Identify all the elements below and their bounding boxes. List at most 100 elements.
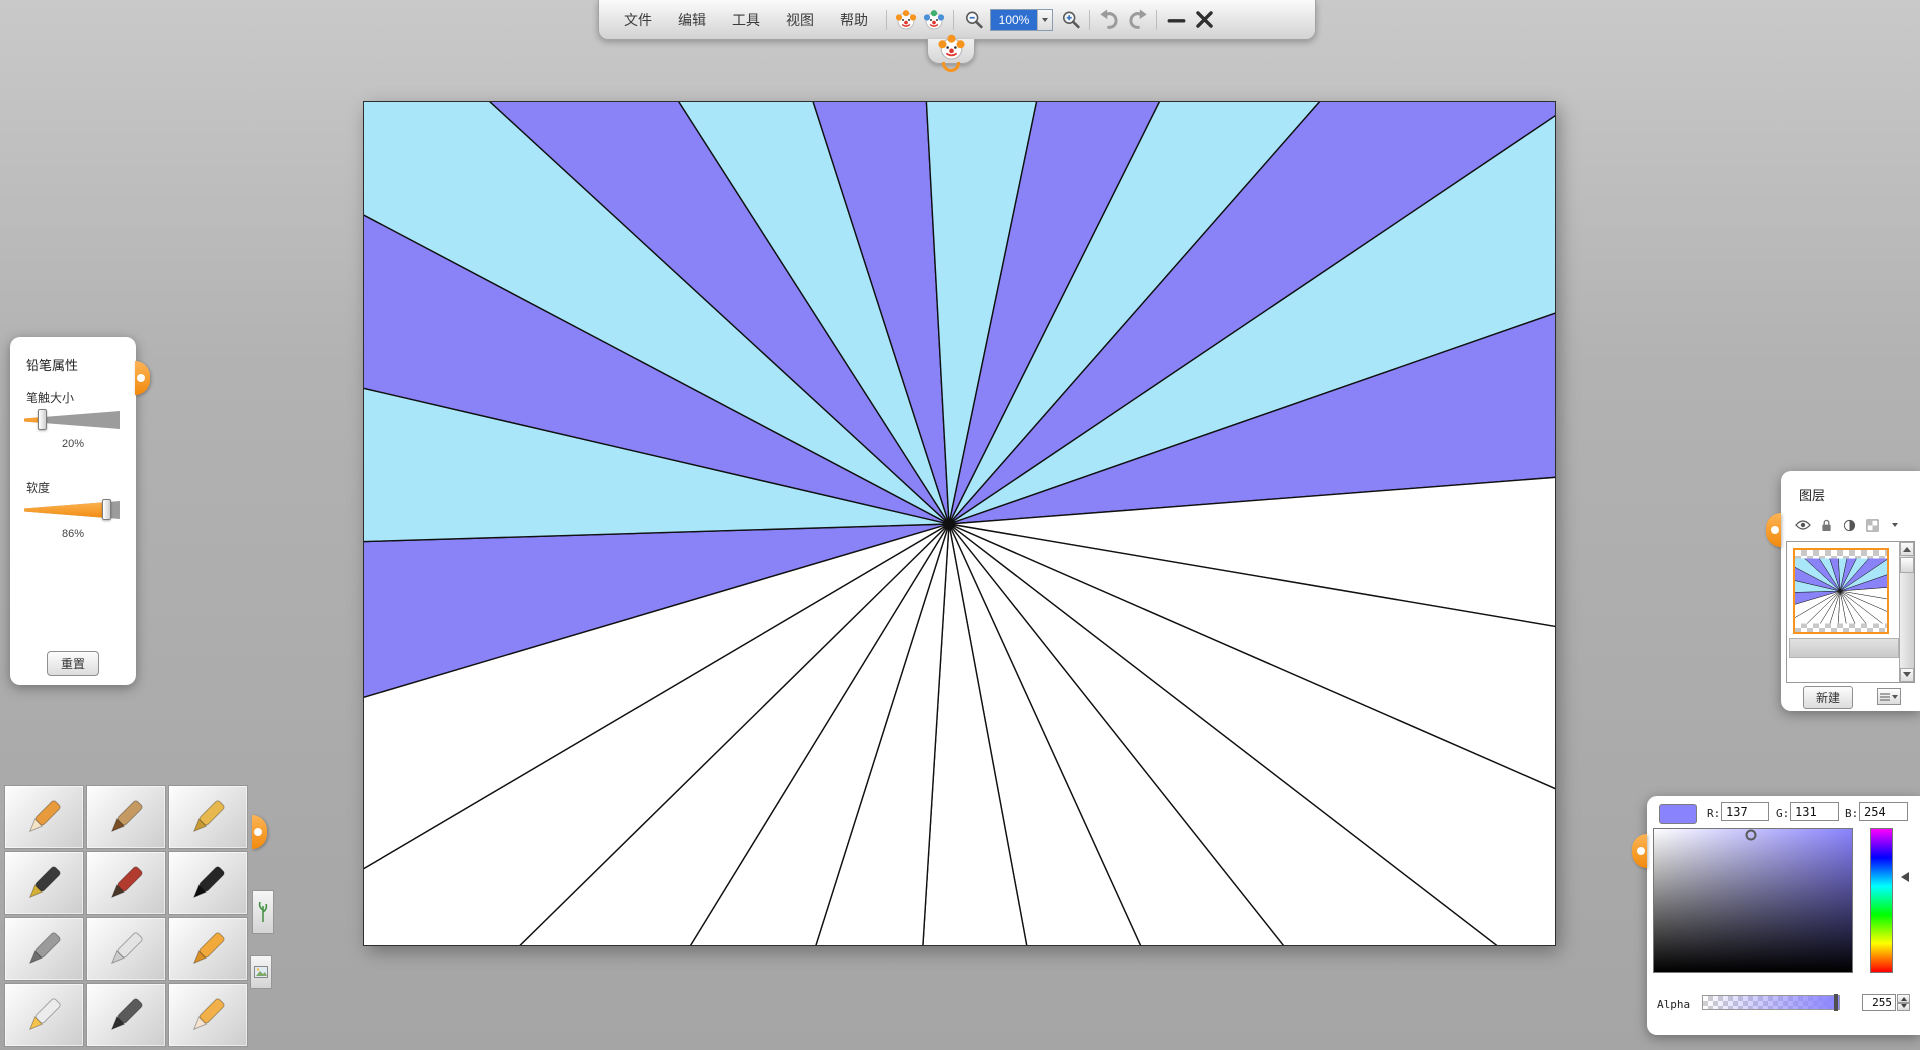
undo-button[interactable] bbox=[1095, 6, 1123, 34]
layer-item-partial[interactable] bbox=[1789, 638, 1899, 658]
plant-brush-button[interactable] bbox=[252, 890, 274, 934]
softness-handle[interactable] bbox=[102, 499, 111, 520]
drawing-canvas[interactable] bbox=[364, 102, 1555, 945]
clown-gallery-button[interactable] bbox=[920, 6, 948, 34]
sv-gradient-square[interactable] bbox=[1653, 828, 1853, 973]
brush-size-slider[interactable] bbox=[24, 411, 120, 429]
arrow-down-icon bbox=[1903, 672, 1911, 681]
chevron-down-icon bbox=[1892, 523, 1898, 530]
texture-stamp-button[interactable] bbox=[250, 955, 272, 989]
tool-marker-button[interactable] bbox=[168, 785, 248, 849]
zoom-level-field[interactable]: 100% bbox=[990, 9, 1053, 31]
toolbar-separator bbox=[953, 10, 954, 30]
chevron-down-icon bbox=[1892, 695, 1898, 702]
panel-grip-handle[interactable] bbox=[135, 361, 150, 395]
layer-blend-button[interactable] bbox=[1841, 517, 1857, 533]
scroll-down-button[interactable] bbox=[1900, 668, 1914, 682]
layer-list-scrollbar[interactable] bbox=[1899, 542, 1914, 682]
layer-options-dropdown[interactable] bbox=[1887, 517, 1903, 533]
tool-paint-brush-button[interactable] bbox=[86, 851, 166, 915]
softness-label: 软度 bbox=[26, 479, 50, 496]
redo-button[interactable] bbox=[1123, 6, 1151, 34]
softness-slider[interactable] bbox=[24, 501, 120, 519]
clown-logo-icon bbox=[936, 32, 967, 63]
tool-airbrush-button[interactable] bbox=[4, 917, 84, 981]
reset-button[interactable]: 重置 bbox=[47, 651, 99, 676]
alpha-gradient bbox=[1703, 996, 1839, 1009]
hue-bar[interactable] bbox=[1870, 828, 1893, 973]
redo-icon bbox=[1127, 9, 1148, 30]
new-layer-button[interactable]: 新建 bbox=[1803, 686, 1853, 709]
close-button[interactable] bbox=[1190, 6, 1218, 34]
menu-item-edit[interactable]: 编辑 bbox=[665, 5, 719, 35]
zoom-in-icon bbox=[1060, 9, 1081, 30]
spinner-down-button[interactable] bbox=[1897, 1003, 1910, 1012]
menu-item-file[interactable]: 文件 bbox=[611, 5, 665, 35]
brush-size-label: 笔触大小 bbox=[26, 389, 74, 406]
checkerboard-icon bbox=[1866, 519, 1879, 532]
zoom-in-button[interactable] bbox=[1056, 6, 1084, 34]
menu-item-help[interactable]: 帮助 bbox=[827, 5, 881, 35]
tool-quill-button[interactable] bbox=[86, 983, 166, 1047]
color-grip-handle[interactable] bbox=[1632, 834, 1647, 868]
tool-palette-knife-button[interactable] bbox=[86, 917, 166, 981]
alpha-field[interactable] bbox=[1862, 994, 1896, 1011]
starburst-svg bbox=[364, 102, 1555, 945]
sv-cursor[interactable] bbox=[1746, 829, 1757, 840]
menu-item-tools[interactable]: 工具 bbox=[719, 5, 773, 35]
arrow-up-icon bbox=[1903, 543, 1911, 552]
tool-pencil-button[interactable] bbox=[4, 785, 84, 849]
palette-grip-handle[interactable] bbox=[252, 815, 267, 849]
blue-label: B: bbox=[1845, 807, 1858, 820]
layers-panel: 图层 bbox=[1781, 471, 1920, 711]
layer-lock-button[interactable] bbox=[1818, 517, 1834, 533]
lock-icon bbox=[1821, 519, 1832, 532]
green-field[interactable] bbox=[1790, 802, 1839, 821]
hue-pointer[interactable] bbox=[1896, 872, 1909, 882]
half-circle-icon bbox=[1843, 519, 1856, 532]
layer-menu-button[interactable] bbox=[1877, 688, 1901, 705]
tool-paint-roller-button[interactable] bbox=[168, 917, 248, 981]
toolbar-separator bbox=[886, 10, 887, 30]
arrow-up-icon bbox=[1901, 994, 1907, 1001]
tool-fountain-pen-button[interactable] bbox=[4, 851, 84, 915]
softness-fill bbox=[24, 501, 107, 519]
alpha-spinner[interactable] bbox=[1897, 994, 1910, 1011]
scrollbar-thumb[interactable] bbox=[1900, 557, 1914, 573]
undo-icon bbox=[1099, 9, 1120, 30]
brush-size-handle[interactable] bbox=[38, 409, 47, 430]
tool-eraser-button[interactable] bbox=[168, 983, 248, 1047]
scroll-up-button[interactable] bbox=[1900, 542, 1914, 556]
chevron-down-icon bbox=[1042, 18, 1048, 25]
brush-size-value: 20% bbox=[10, 438, 136, 450]
toolbar-hook bbox=[928, 62, 974, 73]
layer-item-selected[interactable] bbox=[1793, 548, 1889, 634]
spinner-up-button[interactable] bbox=[1897, 994, 1910, 1003]
tool-ink-brush-button[interactable] bbox=[168, 851, 248, 915]
menu-item-view[interactable]: 视图 bbox=[773, 5, 827, 35]
red-field[interactable] bbox=[1721, 802, 1769, 821]
layers-grip-handle[interactable] bbox=[1766, 513, 1781, 547]
layer-thumbnail-svg bbox=[1795, 559, 1887, 624]
tool-glass-tube-button[interactable] bbox=[4, 983, 84, 1047]
clown-blue-icon bbox=[922, 8, 946, 32]
pencil-icon bbox=[21, 794, 67, 840]
layer-list[interactable] bbox=[1786, 541, 1915, 683]
toolbar-separator bbox=[1089, 10, 1090, 30]
layer-transparency-button[interactable] bbox=[1864, 517, 1880, 533]
paint-brush-icon bbox=[103, 860, 149, 906]
alpha-slider[interactable] bbox=[1702, 995, 1840, 1010]
layer-visibility-button[interactable] bbox=[1795, 517, 1811, 533]
arrow-down-icon bbox=[1901, 1004, 1907, 1011]
zoom-dropdown-button[interactable] bbox=[1037, 10, 1052, 30]
softness-value: 86% bbox=[10, 528, 136, 540]
minimize-button[interactable] bbox=[1162, 6, 1190, 34]
toolbar-drag-tab[interactable] bbox=[927, 39, 975, 64]
zoom-out-button[interactable] bbox=[959, 6, 987, 34]
blue-field[interactable] bbox=[1859, 802, 1908, 821]
color-picker-panel: R: G: B: Alpha bbox=[1647, 796, 1920, 1035]
clown-logo-button-1[interactable] bbox=[892, 6, 920, 34]
tool-charcoal-pencil-button[interactable] bbox=[86, 785, 166, 849]
alpha-handle[interactable] bbox=[1834, 994, 1838, 1011]
current-color-swatch[interactable] bbox=[1659, 804, 1697, 824]
